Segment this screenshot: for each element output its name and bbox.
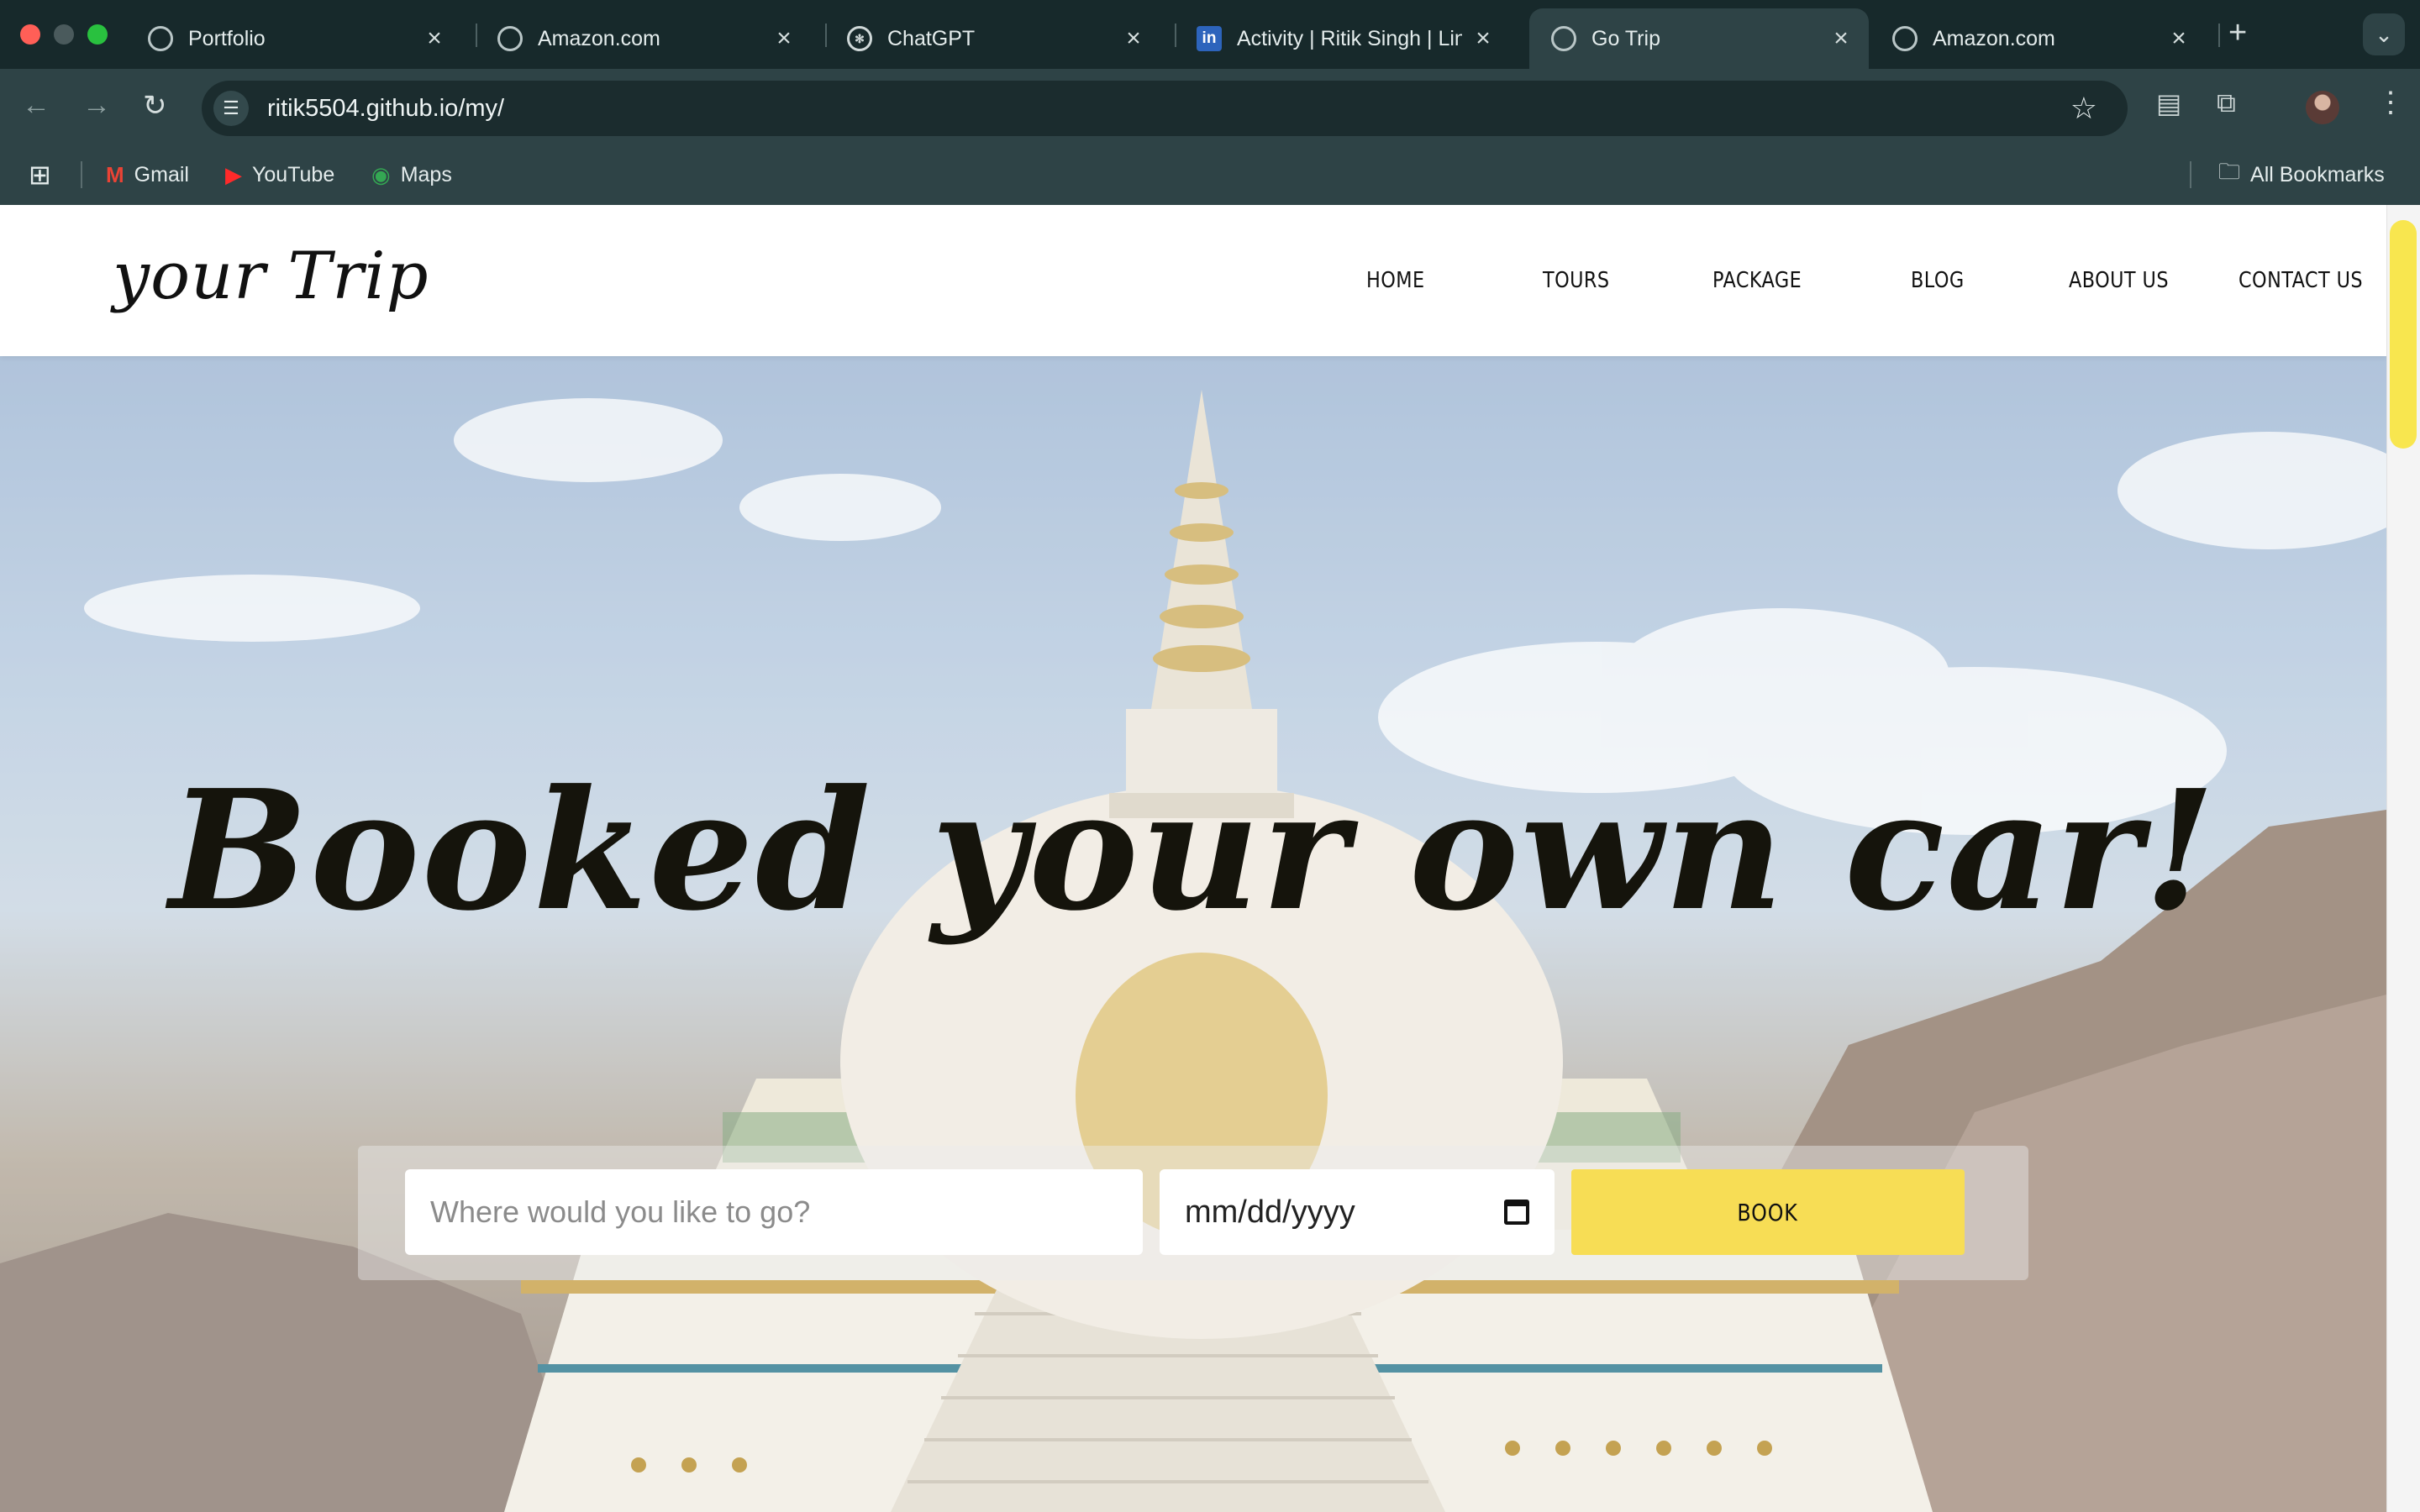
- bookmarks-bar: ⊞ M Gmail ▶ YouTube ◉ Maps 🗀 All Bookmar…: [0, 144, 2420, 207]
- tab-amazon-2[interactable]: Amazon.com ×: [1870, 8, 2207, 69]
- nav-home[interactable]: HOME: [1366, 205, 1425, 356]
- calendar-icon[interactable]: [1504, 1200, 1529, 1225]
- browser-menu-icon[interactable]: ⋮: [2376, 86, 2405, 119]
- close-icon[interactable]: ×: [1830, 24, 1852, 53]
- tab-portfolio[interactable]: Portfolio ×: [126, 8, 462, 69]
- new-tab-button[interactable]: +: [2228, 15, 2247, 51]
- tab-title: ChatGPT: [887, 26, 976, 50]
- globe-icon: [1892, 26, 1918, 51]
- close-icon[interactable]: ×: [1123, 24, 1144, 53]
- nav-about-us[interactable]: ABOUT US: [2069, 205, 2169, 356]
- close-icon[interactable]: ×: [773, 24, 795, 53]
- tab-title: Amazon.com: [538, 26, 660, 50]
- close-icon[interactable]: ×: [1472, 24, 1494, 53]
- site-logo[interactable]: your Trip: [113, 239, 429, 314]
- window-minimize-button[interactable]: [54, 24, 74, 45]
- bookmark-gmail[interactable]: M Gmail: [106, 158, 189, 192]
- tab-title: Go Trip: [1591, 26, 1660, 50]
- all-bookmarks-button[interactable]: 🗀 All Bookmarks: [2218, 158, 2385, 192]
- bookmark-youtube[interactable]: ▶ YouTube: [225, 158, 334, 192]
- site-info-icon[interactable]: ☰: [213, 91, 249, 126]
- window-close-button[interactable]: [20, 24, 40, 45]
- close-icon[interactable]: ×: [2168, 24, 2190, 53]
- hero-title: Booked your own car!: [169, 754, 2217, 948]
- back-button[interactable]: ←: [22, 89, 50, 122]
- chevron-down-icon: ⌄: [2375, 21, 2393, 47]
- nav-blog[interactable]: BLOG: [1911, 205, 1965, 356]
- tab-title: Activity | Ritik Singh | Lin: [1237, 26, 1462, 50]
- browser-tab-strip: Portfolio × Amazon.com × ✻ ChatGPT × in …: [0, 0, 2420, 69]
- date-input[interactable]: mm/dd/yyyy: [1160, 1169, 1555, 1255]
- gmail-icon: M: [106, 161, 124, 187]
- reload-button[interactable]: ↻: [143, 89, 167, 123]
- tab-chatgpt[interactable]: ✻ ChatGPT ×: [825, 8, 1161, 69]
- bookmark-label: Maps: [400, 162, 452, 186]
- hero-section: Booked your own car! mm/dd/yyyy BOOK: [0, 356, 2386, 1512]
- address-bar[interactable]: ☰ ritik5504.github.io/my/ ☆: [202, 81, 2128, 136]
- tab-search-button[interactable]: ⌄: [2363, 13, 2405, 55]
- destination-input[interactable]: [405, 1169, 1143, 1255]
- browser-toolbar: ← → ↻ ☰ ritik5504.github.io/my/ ☆ ▤ ⧉ ⋮: [0, 69, 2420, 144]
- url-text[interactable]: ritik5504.github.io/my/: [267, 95, 2070, 123]
- tab-amazon[interactable]: Amazon.com ×: [476, 8, 812, 69]
- all-bookmarks-label: All Bookmarks: [2250, 162, 2385, 186]
- extensions-icon[interactable]: ⧉: [2217, 87, 2236, 119]
- linkedin-icon: in: [1197, 26, 1222, 51]
- tab-title: Amazon.com: [1933, 26, 2055, 50]
- nav-contact-us[interactable]: CONTACT US: [2238, 205, 2363, 356]
- apps-icon[interactable]: ⊞: [29, 158, 51, 192]
- cast-icon[interactable]: ▤: [2156, 87, 2181, 119]
- tab-go-trip[interactable]: Go Trip ×: [1529, 8, 1869, 69]
- site-header: your Trip HOME TOURS PACKAGE BLOG ABOUT …: [0, 205, 2386, 356]
- book-button-label: BOOK: [1737, 1198, 1799, 1226]
- profile-avatar[interactable]: [2306, 91, 2339, 124]
- web-page: your Trip HOME TOURS PACKAGE BLOG ABOUT …: [0, 205, 2386, 1512]
- forward-button[interactable]: →: [82, 89, 111, 122]
- tab-title: Portfolio: [188, 26, 266, 50]
- bookmark-label: Gmail: [134, 162, 189, 186]
- globe-icon: [1551, 26, 1576, 51]
- nav-tours[interactable]: TOURS: [1543, 205, 1610, 356]
- folder-icon: 🗀: [2218, 159, 2241, 184]
- window-zoom-button[interactable]: [87, 24, 108, 45]
- globe-icon: [497, 26, 523, 51]
- bookmark-maps[interactable]: ◉ Maps: [371, 158, 452, 192]
- chatgpt-icon: ✻: [847, 26, 872, 51]
- youtube-icon: ▶: [225, 161, 242, 187]
- book-button[interactable]: BOOK: [1571, 1169, 1965, 1255]
- bookmark-star-icon[interactable]: ☆: [2070, 91, 2097, 126]
- booking-form: mm/dd/yyyy BOOK: [358, 1146, 2028, 1280]
- close-icon[interactable]: ×: [424, 24, 445, 53]
- tab-linkedin[interactable]: in Activity | Ritik Singh | Lin ×: [1175, 8, 1511, 69]
- scrollbar-thumb[interactable]: [2390, 220, 2417, 449]
- globe-icon: [148, 26, 173, 51]
- bookmark-label: YouTube: [252, 162, 335, 186]
- nav-package[interactable]: PACKAGE: [1712, 205, 1802, 356]
- date-placeholder: mm/dd/yyyy: [1185, 1194, 1355, 1230]
- maps-icon: ◉: [371, 161, 391, 187]
